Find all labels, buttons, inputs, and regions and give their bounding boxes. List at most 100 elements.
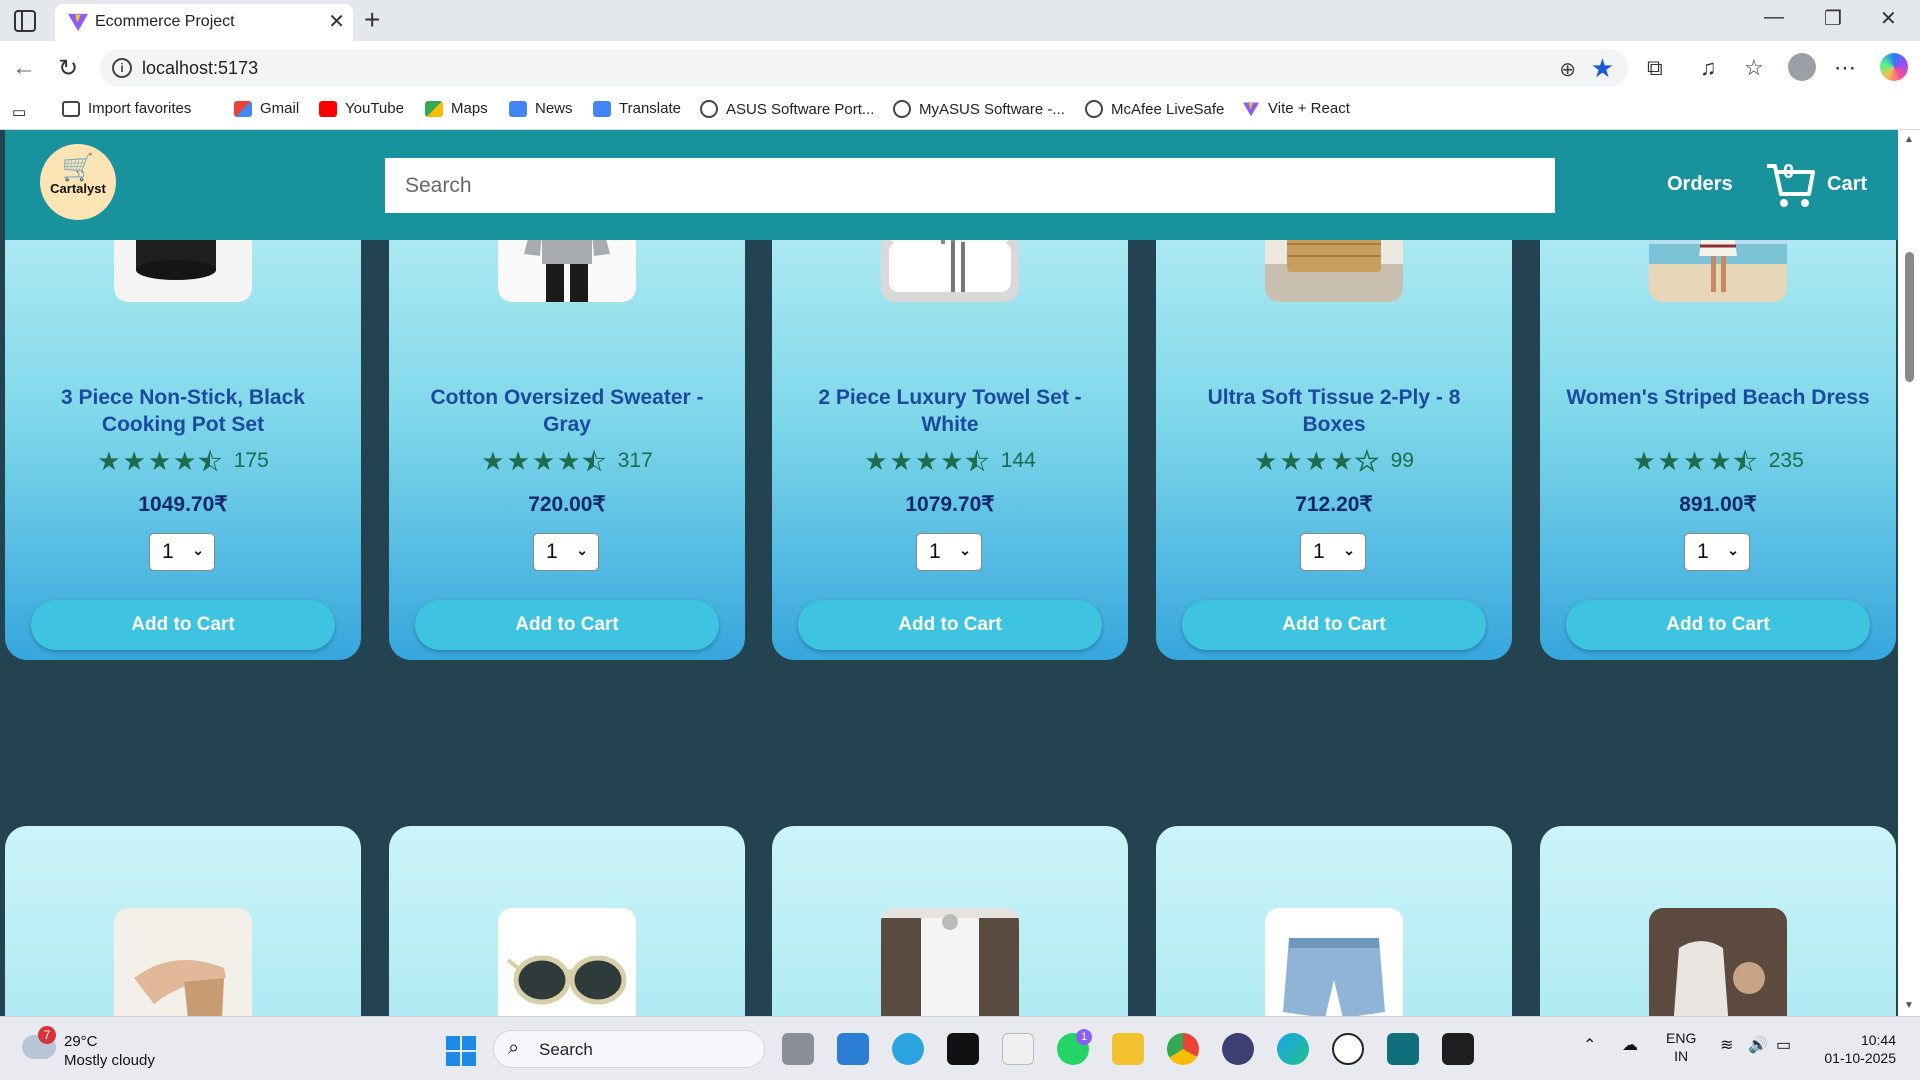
- copilot-icon[interactable]: [1880, 53, 1908, 81]
- cartalyst-logo[interactable]: 🛒 Cartalyst: [40, 144, 116, 220]
- bookmark-news[interactable]: News: [509, 100, 573, 117]
- bookmark-vite-react[interactable]: Vite + React: [1242, 100, 1350, 117]
- scroll-down-icon[interactable]: ▼: [1904, 1000, 1914, 1011]
- chevron-down-icon: ⌄: [1343, 542, 1355, 558]
- search-input[interactable]: [385, 158, 1555, 213]
- orders-link[interactable]: Orders: [1667, 173, 1733, 196]
- url-text[interactable]: localhost:5173: [142, 58, 258, 79]
- product-name[interactable]: 3 Piece Non-Stick, Black Cooking Pot Set: [25, 384, 341, 438]
- edge-icon[interactable]: [1277, 1033, 1309, 1065]
- rating-count: 175: [233, 449, 269, 472]
- chrome-icon[interactable]: [1167, 1033, 1199, 1065]
- vscode-icon[interactable]: [837, 1033, 869, 1065]
- battery-icon[interactable]: ▭: [1776, 1037, 1791, 1055]
- terminal-icon[interactable]: [1442, 1033, 1474, 1065]
- clock[interactable]: 10:44 01-10-2025: [1812, 1031, 1896, 1067]
- site-header: 🛒 Cartalyst Orders 0 Cart: [5, 130, 1898, 240]
- quantity-value: 1: [162, 540, 174, 563]
- more-options-icon[interactable]: ⋯: [1834, 55, 1856, 81]
- star-icon: ★: [506, 446, 530, 476]
- wifi-icon[interactable]: ≋: [1720, 1037, 1733, 1055]
- eclipse-icon[interactable]: [1222, 1033, 1254, 1065]
- bookmark-translate[interactable]: Translate: [593, 100, 681, 117]
- add-to-cart-button[interactable]: Add to Cart: [798, 600, 1102, 650]
- quantity-select[interactable]: 1 ⌄: [1300, 533, 1366, 571]
- close-window-icon[interactable]: ✕: [1880, 6, 1897, 31]
- chevron-up-icon[interactable]: ⌃: [1583, 1037, 1596, 1055]
- chatgpt-icon[interactable]: [1332, 1033, 1364, 1065]
- search-icon: ⌕: [508, 1037, 520, 1059]
- microsoft-store-icon[interactable]: [1002, 1033, 1034, 1065]
- bookmark-asus-software-portal[interactable]: ASUS Software Port...: [700, 100, 874, 118]
- add-to-cart-button[interactable]: Add to Cart: [1566, 600, 1870, 650]
- quantity-select[interactable]: 1 ⌄: [149, 533, 215, 571]
- windows-start-icon[interactable]: [446, 1036, 476, 1066]
- page-scrollbar[interactable]: ▲ ▼: [1898, 130, 1920, 1016]
- add-to-cart-button[interactable]: Add to Cart: [31, 600, 335, 650]
- onedrive-icon[interactable]: ☁: [1622, 1037, 1638, 1055]
- vite-favicon-icon: [68, 13, 88, 32]
- tab-ecommerce-project[interactable]: Ecommerce Project ✕: [55, 4, 353, 41]
- bookmark-gmail[interactable]: Gmail: [234, 100, 299, 117]
- tab-actions-icon[interactable]: [14, 10, 36, 32]
- bookmark-youtube[interactable]: YouTube: [319, 100, 404, 117]
- minimize-icon[interactable]: —: [1764, 6, 1784, 29]
- quantity-select[interactable]: 1 ⌄: [1684, 533, 1750, 571]
- bookmark-myasus-software[interactable]: MyASUS Software -...: [893, 100, 1065, 118]
- back-icon[interactable]: ←: [12, 54, 36, 82]
- product-name[interactable]: Women's Striped Beach Dress: [1560, 384, 1876, 411]
- import-icon: [62, 100, 80, 117]
- zoom-icon[interactable]: ⊕: [1559, 57, 1576, 82]
- bookmark-import-favorites[interactable]: Import favorites: [62, 100, 191, 117]
- product-rating: ★ ★ ★ ★ ★ 99: [1156, 446, 1512, 476]
- add-to-cart-button[interactable]: Add to Cart: [415, 600, 719, 650]
- scroll-up-icon[interactable]: ▲: [1904, 134, 1914, 145]
- bookmark-mcafee-livesafe[interactable]: McAfee LiveSafe: [1085, 100, 1224, 118]
- new-tab-icon[interactable]: +: [364, 4, 380, 36]
- extensions-icon[interactable]: ⧉: [1647, 55, 1663, 81]
- globe-icon: [1085, 100, 1103, 118]
- product-name[interactable]: Cotton Oversized Sweater - Gray: [409, 384, 725, 438]
- scroll-thumb[interactable]: [1905, 252, 1914, 382]
- language-indicator[interactable]: ENG IN: [1666, 1029, 1696, 1065]
- volume-icon[interactable]: 🔊: [1748, 1037, 1768, 1055]
- star-icon: ★: [1279, 446, 1303, 476]
- half-star-icon: ★: [582, 446, 606, 476]
- weather-badge: 7: [38, 1026, 56, 1044]
- reload-icon[interactable]: ↻: [58, 54, 78, 83]
- bookmarks-menu-icon[interactable]: ▭: [12, 103, 26, 121]
- netflix-icon[interactable]: [947, 1033, 979, 1065]
- file-explorer-icon[interactable]: [1112, 1033, 1144, 1065]
- product-price: 891.00₹: [1679, 493, 1757, 516]
- quantity-select[interactable]: 1 ⌄: [916, 533, 982, 571]
- vite-icon: [1243, 101, 1259, 116]
- product-card: [1156, 826, 1512, 1016]
- restore-icon[interactable]: ❐: [1824, 6, 1842, 31]
- quantity-value: 1: [1697, 540, 1709, 563]
- cart-link[interactable]: 0 Cart: [1765, 160, 1875, 210]
- close-tab-icon[interactable]: ✕: [328, 9, 345, 34]
- favorites-icon[interactable]: ☆: [1744, 55, 1764, 81]
- site-info-icon[interactable]: i: [112, 58, 132, 78]
- rating-count: 144: [1000, 449, 1036, 472]
- product-name[interactable]: 2 Piece Luxury Towel Set - White: [792, 384, 1108, 438]
- telegram-icon[interactable]: [892, 1033, 924, 1065]
- app-icon[interactable]: [1387, 1033, 1419, 1065]
- product-card: [5, 826, 361, 1016]
- quantity-select[interactable]: 1 ⌄: [533, 533, 599, 571]
- profile-avatar-icon[interactable]: [1788, 53, 1816, 81]
- page-viewport: 3 Piece Non-Stick, Black Cooking Pot Set…: [0, 130, 1898, 1016]
- half-star-icon: ★: [198, 446, 222, 476]
- add-to-cart-button[interactable]: Add to Cart: [1182, 600, 1486, 650]
- media-icon[interactable]: ♫: [1700, 55, 1717, 81]
- task-view-icon[interactable]: [782, 1033, 814, 1065]
- favorite-star-icon[interactable]: ★: [1591, 53, 1614, 84]
- address-bar[interactable]: i localhost:5173 ⊕ ★: [100, 49, 1628, 87]
- bookmark-maps[interactable]: Maps: [425, 100, 488, 117]
- gmail-icon: [234, 100, 252, 117]
- product-name[interactable]: Ultra Soft Tissue 2-Ply - 8 Boxes: [1176, 384, 1492, 438]
- bookmark-label: ASUS Software Port...: [726, 100, 875, 118]
- taskbar-search-label: Search: [539, 1040, 593, 1059]
- taskbar-search[interactable]: ⌕ Search: [493, 1030, 765, 1068]
- bookmark-label: MyASUS Software -...: [919, 100, 1065, 118]
